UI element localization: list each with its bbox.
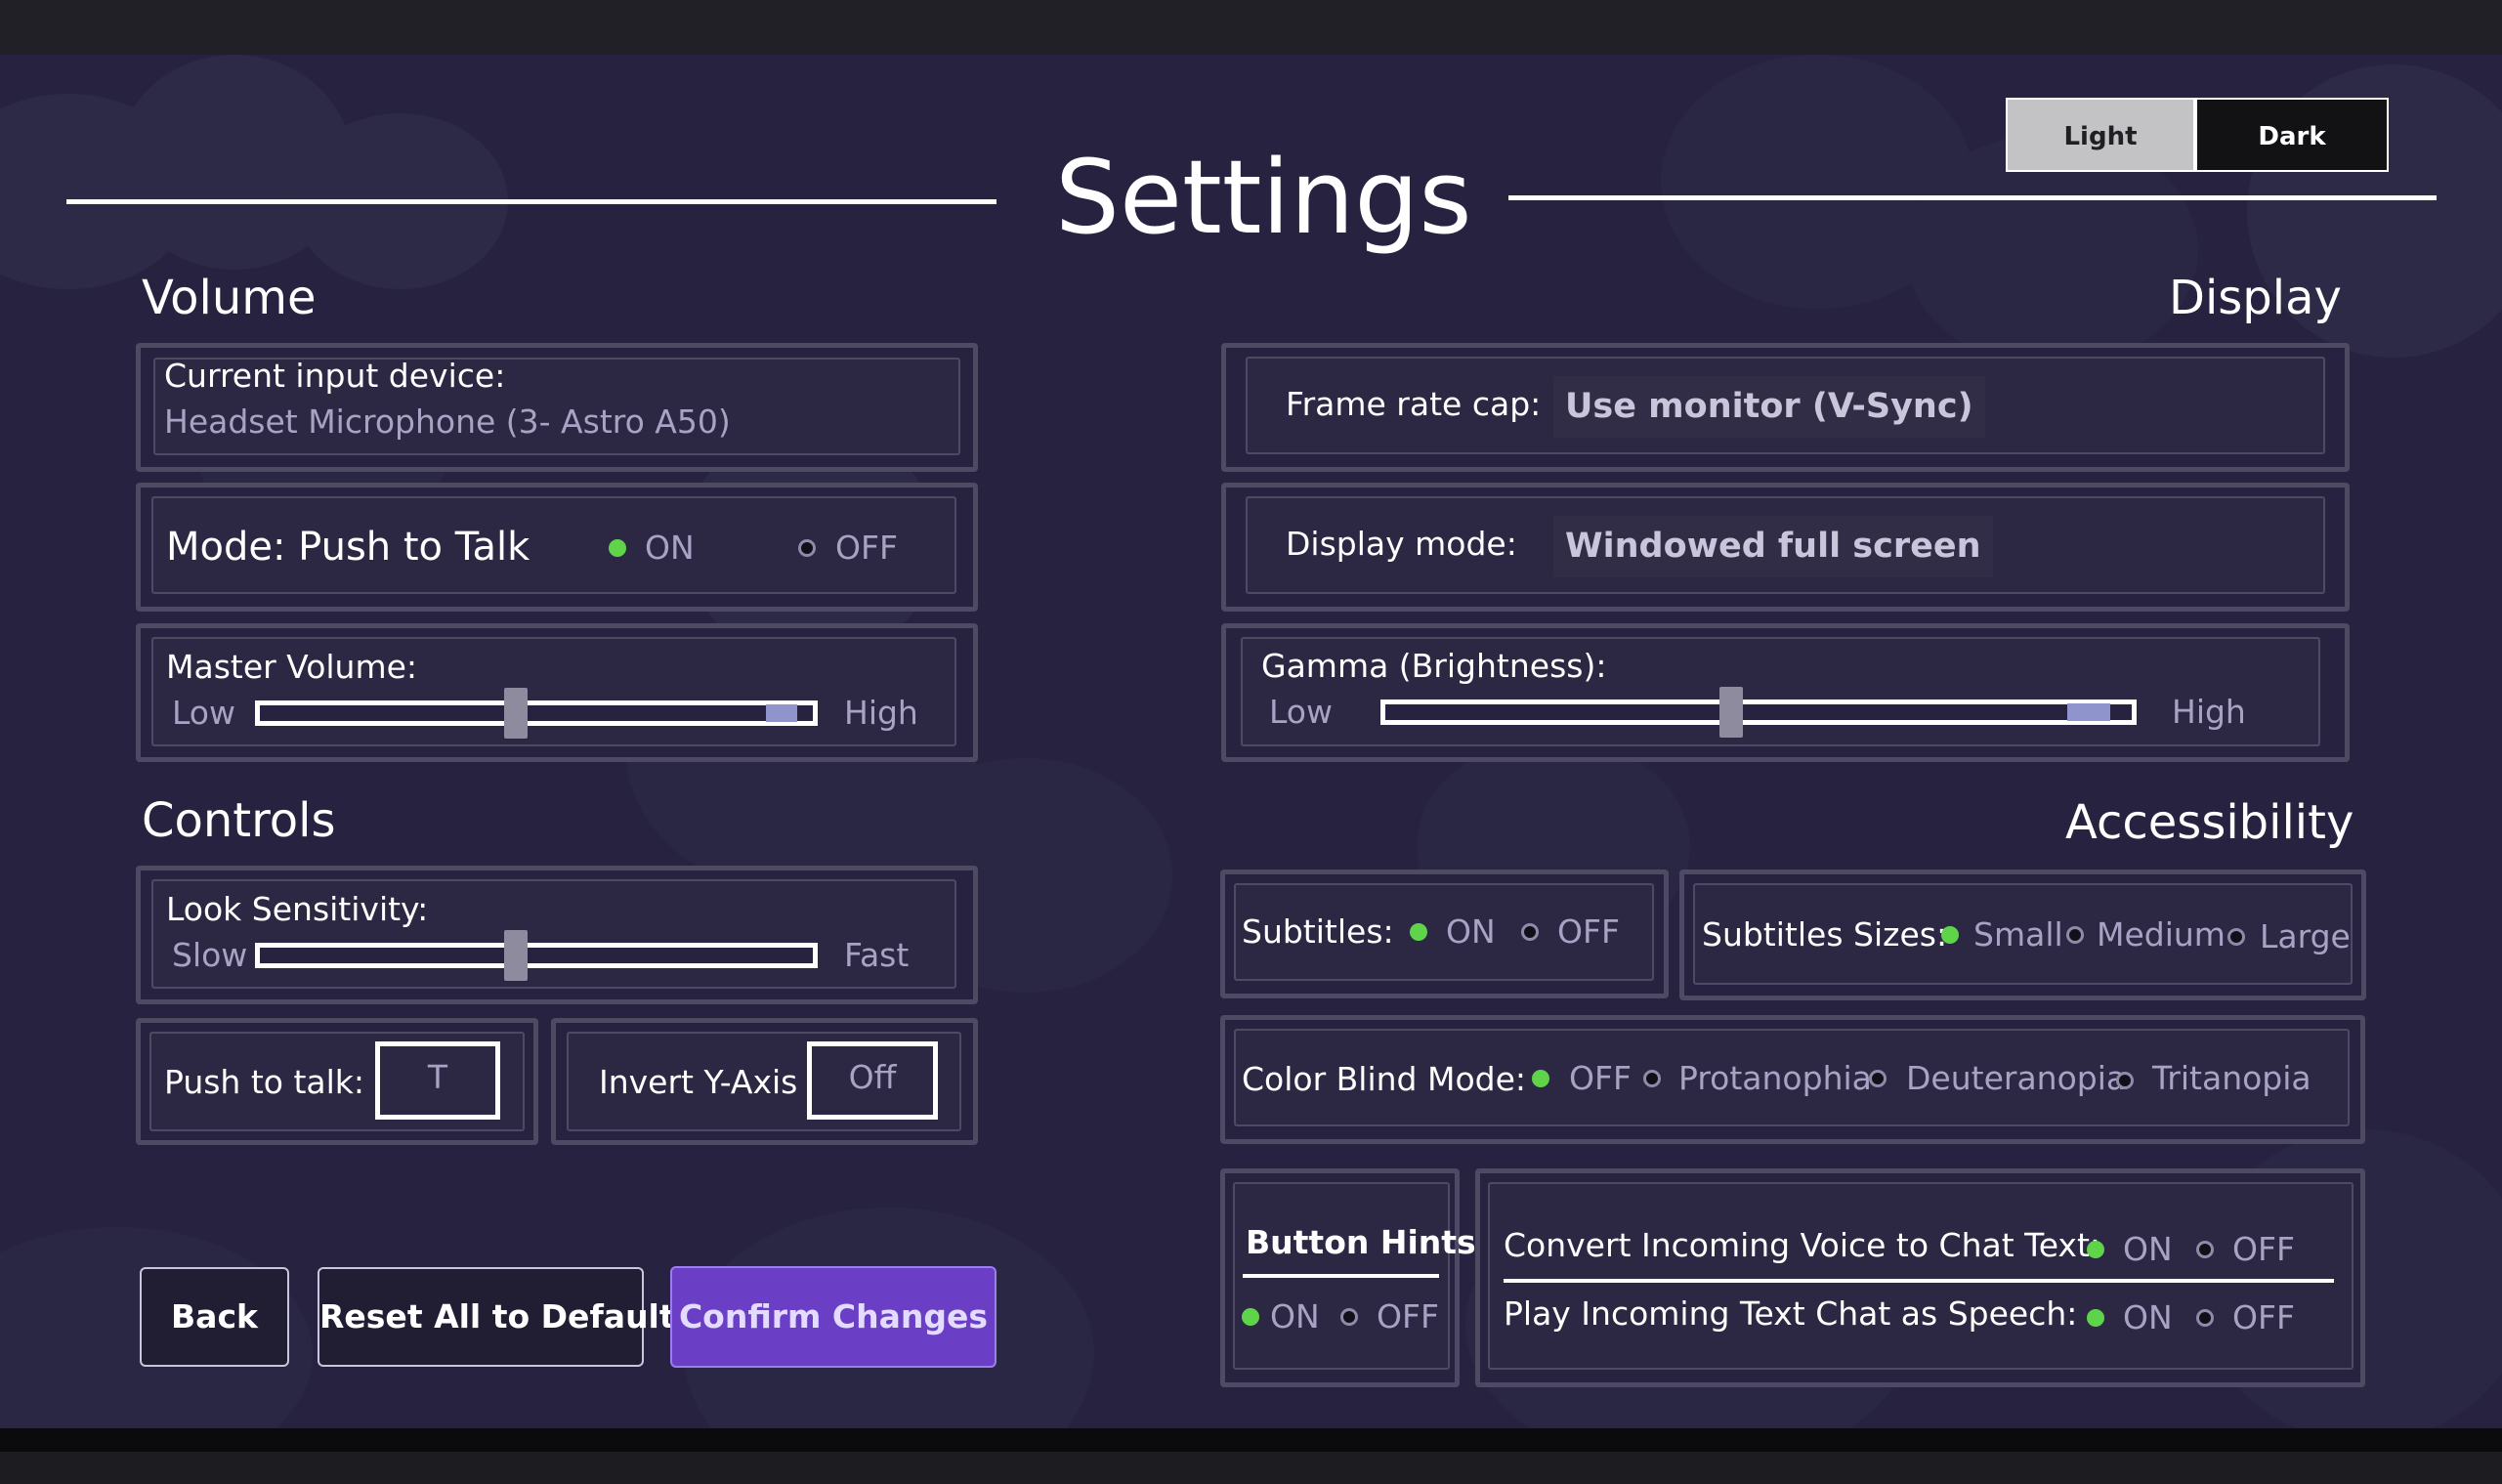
colorblind-protanophia-radio[interactable] [1643, 1070, 1661, 1087]
voice-to-chat-label: Convert Incoming Voice to Chat Text: [1504, 1226, 2101, 1264]
colorblind-tritanopia-radio[interactable] [2116, 1072, 2134, 1089]
size-medium-label[interactable]: Medium [2097, 918, 2226, 951]
subtitle-sizes-label: Subtitles Sizes: [1702, 915, 1948, 954]
chat-to-speech-off-radio[interactable] [2196, 1309, 2214, 1327]
colorblind-protanophia-label[interactable]: Protanophia [1678, 1062, 1872, 1094]
ptt-key-box[interactable]: T [375, 1041, 500, 1120]
subtitles-off-label[interactable]: OFF [1557, 915, 1620, 948]
frame-rate-select[interactable]: Use monitor (V-Sync) [1553, 376, 1985, 438]
size-small-radio[interactable] [1941, 926, 1959, 944]
look-fast-label: Fast [844, 936, 910, 974]
voice-to-chat-off-radio[interactable] [2196, 1241, 2214, 1258]
colorblind-deuteranopia-radio[interactable] [1869, 1070, 1887, 1087]
mode-off-radio[interactable] [798, 539, 816, 557]
invert-y-label: Invert Y-Axis [599, 1063, 798, 1101]
gamma-slider[interactable] [1380, 700, 2137, 725]
display-title: Display [2169, 271, 2342, 325]
button-hints-divider [1243, 1274, 1439, 1278]
master-volume-label: Master Volume: [166, 648, 418, 686]
subtitles-on-radio[interactable] [1410, 923, 1427, 941]
mode-label: Mode: Push to Talk [166, 525, 530, 570]
theme-dark-button[interactable]: Dark [2195, 98, 2389, 172]
chat-to-speech-off-label[interactable]: OFF [2232, 1301, 2295, 1334]
master-volume-fill [766, 704, 797, 722]
color-blind-label: Color Blind Mode: [1242, 1060, 1527, 1098]
button-hints-label: Button Hints [1246, 1223, 1476, 1261]
accessibility-title: Accessibility [2065, 795, 2354, 850]
display-mode-select[interactable]: Windowed full screen [1553, 516, 1993, 577]
size-medium-radio[interactable] [2066, 926, 2084, 944]
voice-to-chat-on-label[interactable]: ON [2123, 1233, 2173, 1265]
title-rule-left [66, 199, 997, 204]
hints-on-label[interactable]: ON [1270, 1300, 1320, 1333]
frame-rate-label: Frame rate cap: [1286, 385, 1542, 423]
mode-on-radio[interactable] [609, 539, 626, 557]
input-device-value[interactable]: Headset Microphone (3- Astro A50) [164, 405, 731, 438]
confirm-button[interactable]: Confirm Changes [670, 1266, 997, 1368]
chat-to-speech-on-label[interactable]: ON [2123, 1301, 2173, 1334]
subtitles-off-radio[interactable] [1521, 923, 1539, 941]
colorblind-tritanopia-label[interactable]: Tritanopia [2152, 1062, 2311, 1094]
look-sensitivity-slider[interactable] [255, 943, 818, 968]
back-button[interactable]: Back [140, 1267, 289, 1367]
controls-title: Controls [142, 793, 336, 848]
invert-y-toggle[interactable]: Off [807, 1041, 938, 1120]
look-sensitivity-label: Look Sensitivity: [166, 890, 429, 928]
master-volume-thumb[interactable] [504, 688, 528, 739]
subtitles-label: Subtitles: [1242, 912, 1394, 951]
gamma-label: Gamma (Brightness): [1261, 647, 1607, 685]
master-volume-slider[interactable] [255, 700, 818, 726]
gamma-thumb[interactable] [1719, 687, 1743, 738]
mode-on-label[interactable]: ON [645, 531, 695, 564]
colorblind-off-radio[interactable] [1532, 1070, 1549, 1087]
bottom-bar [0, 1428, 2502, 1484]
look-sensitivity-thumb[interactable] [504, 930, 528, 981]
hints-off-label[interactable]: OFF [1377, 1300, 1439, 1333]
voice-chat-field [1488, 1182, 2354, 1370]
master-low-label: Low [172, 694, 235, 732]
voice-to-chat-on-radio[interactable] [2087, 1241, 2104, 1258]
title-rule-right [1508, 195, 2437, 200]
size-large-label[interactable]: Large [2260, 920, 2351, 953]
theme-light-button[interactable]: Light [2006, 98, 2195, 172]
colorblind-off-label[interactable]: OFF [1569, 1062, 1632, 1094]
subtitles-on-label[interactable]: ON [1446, 915, 1496, 948]
master-high-label: High [844, 694, 918, 732]
chat-to-speech-on-radio[interactable] [2087, 1309, 2104, 1327]
display-mode-label: Display mode: [1286, 525, 1517, 563]
hints-on-radio[interactable] [1242, 1308, 1259, 1326]
top-bar [0, 0, 2502, 55]
reset-button[interactable]: Reset All to Default [318, 1267, 675, 1367]
volume-title: Volume [142, 271, 317, 325]
voice-chat-divider [1504, 1279, 2334, 1283]
size-small-label[interactable]: Small [1973, 918, 2063, 951]
colorblind-deuteranopia-label[interactable]: Deuteranopia [1906, 1062, 2126, 1094]
page-title: Settings [1055, 138, 1472, 257]
size-large-radio[interactable] [2227, 928, 2245, 946]
look-slow-label: Slow [172, 936, 248, 974]
voice-to-chat-off-label[interactable]: OFF [2232, 1233, 2295, 1265]
mode-off-label[interactable]: OFF [835, 531, 898, 564]
chat-to-speech-label: Play Incoming Text Chat as Speech: [1504, 1294, 2078, 1333]
hints-off-radio[interactable] [1340, 1308, 1358, 1326]
ptt-label: Push to talk: [164, 1063, 365, 1101]
input-device-label: Current input device: [164, 357, 506, 395]
gamma-low-label: Low [1269, 693, 1333, 731]
gamma-high-label: High [2172, 693, 2246, 731]
gamma-fill [2067, 703, 2110, 721]
